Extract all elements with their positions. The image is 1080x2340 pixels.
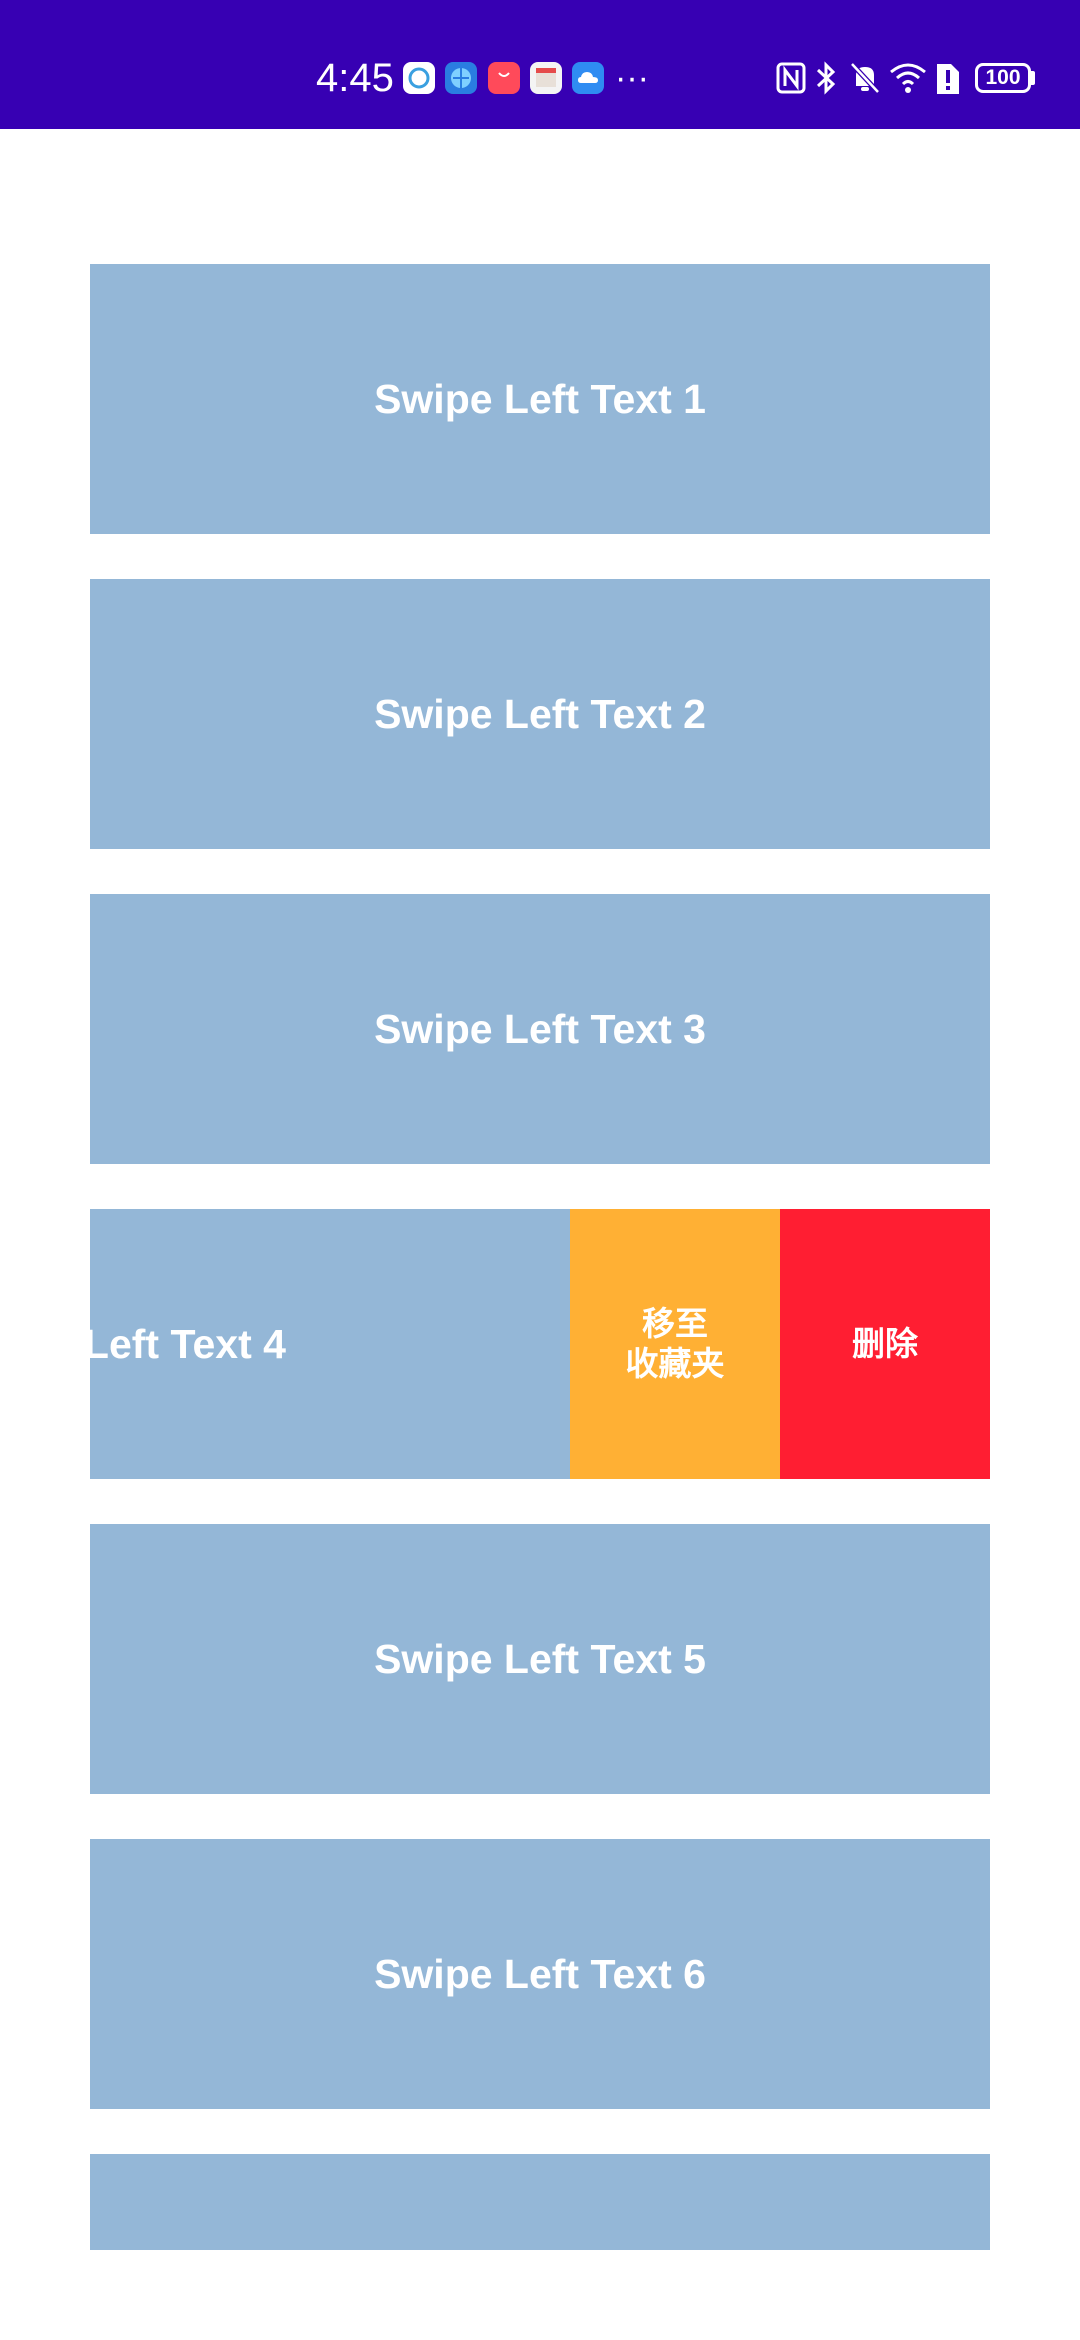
move-to-favorites-label-line2: 收藏夹 [625,1344,725,1383]
list-item[interactable]: Swipe Left Text 1 [90,264,990,534]
cloud-icon [572,62,604,94]
list-item-content[interactable]: Swipe Left Text 4 [90,1209,570,1479]
move-to-favorites-label-line1: 移至 [642,1304,708,1343]
list-item-label: Swipe Left Text 5 [374,1635,706,1682]
gallery-icon [403,62,435,94]
list-item-content[interactable]: Swipe Left Text 3 [90,894,990,1164]
list-item-content[interactable]: Swipe Left Text 5 [90,1524,990,1794]
list-item[interactable]: Swipe Left Text 2 [90,579,990,849]
status-bar: 4:45 ··· 100 [0,0,1080,129]
wifi-icon [890,63,926,93]
list-item-content[interactable]: Swipe Left Text 2 [90,579,990,849]
mall-icon [488,62,520,94]
status-time: 4:45 [316,56,394,100]
list-item-label: Swipe Left Text 2 [374,690,706,737]
list-item[interactable]: Swipe Left Text 6 [90,1839,990,2109]
list-item-content[interactable]: Swipe Left Text 6 [90,1839,990,2109]
alert-sim-icon [937,64,959,94]
list-item-label: Swipe Left Text 6 [374,1950,706,1997]
list-item[interactable] [90,2154,990,2250]
battery-icon: 100 [975,63,1031,93]
list-item-content[interactable] [90,2154,990,2250]
browser-icon [445,62,477,94]
mute-bell-icon [850,62,880,94]
list-item[interactable]: Swipe Left Text 3 [90,894,990,1164]
delete-label: 删除 [852,1324,918,1363]
list-item-label: Swipe Left Text 4 [90,1320,286,1367]
nfc-icon [776,62,806,94]
move-to-favorites-button[interactable]: 移至 收藏夹 [570,1209,780,1479]
bluetooth-icon [816,61,836,95]
more-notifications-icon: ··· [615,59,649,97]
battery-tip [1031,71,1035,85]
swipe-list[interactable]: Swipe Left Text 1 Swipe Left Text 2 Swip… [90,264,990,2295]
list-item[interactable]: Swipe Left Text 5 [90,1524,990,1794]
list-item-label: Swipe Left Text 1 [374,375,706,422]
reader-icon [530,62,562,94]
delete-button[interactable]: 删除 [780,1209,990,1479]
list-item-content[interactable]: Swipe Left Text 1 [90,264,990,534]
list-item-swiped[interactable]: Swipe Left Text 4 移至 收藏夹 删除 [90,1209,990,1479]
list-item-label: Swipe Left Text 3 [374,1005,706,1052]
